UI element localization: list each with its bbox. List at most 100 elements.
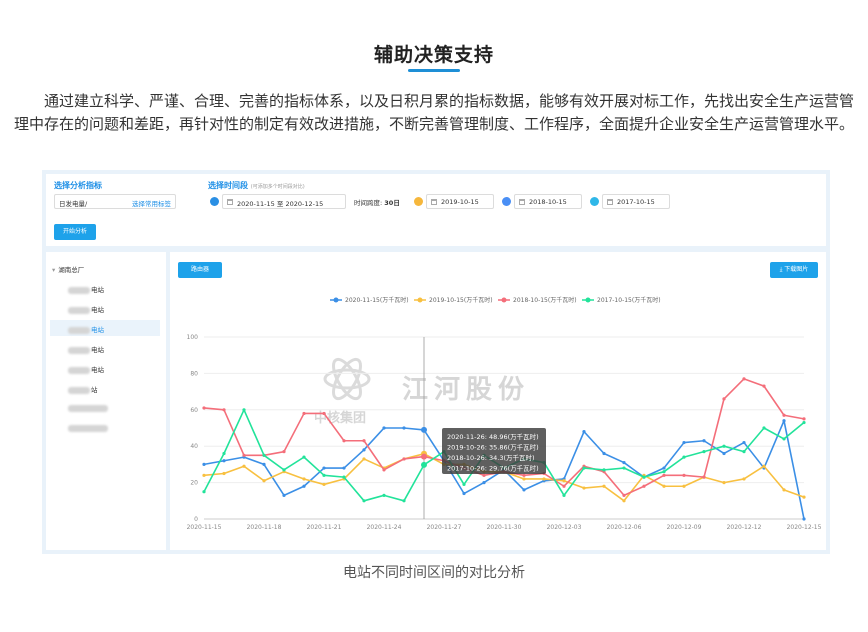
data-point	[421, 426, 427, 433]
date-range-picker[interactable]: 2020-11-15 至 2020-12-15	[222, 194, 346, 209]
data-point	[782, 437, 786, 441]
collapse-icon[interactable]: ▾	[52, 266, 55, 274]
tree-item-label: 电站	[91, 286, 104, 294]
start-analysis-button[interactable]: 开始分析	[54, 224, 96, 240]
tree-item[interactable]: 电站	[50, 280, 160, 296]
data-point	[722, 481, 726, 485]
tree-item[interactable]	[50, 400, 160, 416]
data-point	[522, 477, 526, 481]
y-tick-label: 40	[190, 443, 198, 450]
data-point	[702, 475, 706, 479]
data-point	[462, 491, 466, 496]
data-point	[262, 479, 266, 483]
data-point	[662, 473, 666, 477]
data-point	[362, 457, 366, 461]
x-tick-label: 2020-12-15	[787, 524, 822, 531]
tree-root[interactable]: ▾ 湖南总厂	[52, 264, 84, 274]
data-point	[522, 488, 526, 492]
y-tick-label: 20	[190, 480, 198, 487]
data-point	[462, 482, 466, 487]
legend-label: 2019-10-15(万千瓦时)	[429, 296, 493, 304]
x-tick-label: 2020-11-30	[487, 524, 522, 531]
data-point	[642, 475, 646, 479]
data-point	[662, 484, 666, 488]
tree-item[interactable]: 电站	[50, 300, 160, 316]
tree-item-label: 电站	[91, 326, 104, 334]
legend-label: 2017-10-15(万千瓦时)	[597, 296, 661, 304]
data-point	[682, 484, 686, 488]
data-point	[782, 413, 786, 417]
data-point	[742, 477, 746, 481]
tree-item[interactable]: 电站	[50, 340, 160, 356]
data-point	[742, 377, 746, 381]
atom-logo-icon	[323, 368, 371, 390]
legend-label: 2020-11-15(万千瓦时)	[345, 296, 409, 304]
tree-item-label: 电站	[91, 366, 104, 374]
app-screenshot: 选择分析指标 日发电量/ 选择常用标签 选择时间段 (可添加多个时间段对比) 2…	[42, 170, 830, 554]
data-point	[302, 477, 306, 481]
chart-panel: 路由器 ⤓ 下载图片 江河股份 中核集团 0 20 40 60 80 100 2020-11-1…	[170, 252, 826, 550]
data-point	[242, 464, 246, 468]
data-point	[202, 490, 206, 494]
series-dot-4	[590, 197, 599, 206]
common-tags-link[interactable]: 选择常用标签	[132, 198, 171, 208]
data-point	[302, 411, 306, 416]
calendar-icon	[607, 199, 613, 205]
data-point	[722, 444, 726, 448]
period-label: 选择时间段 (可添加多个时间段对比)	[208, 180, 305, 191]
data-point	[202, 462, 206, 466]
compare-date-3[interactable]: 2017-10-15	[602, 194, 670, 209]
data-point	[802, 417, 806, 421]
data-point	[782, 488, 786, 492]
tooltip-line: 2018-10-26: 34.3(万千瓦时)	[447, 453, 535, 462]
tree-item[interactable]: 电站	[50, 360, 160, 376]
tooltip-line: 2020-11-26: 48.96(万千瓦时)	[447, 432, 539, 441]
compare-date-2[interactable]: 2018-10-15	[514, 194, 582, 209]
data-point	[642, 484, 646, 488]
data-point	[762, 384, 766, 388]
data-point	[762, 426, 766, 430]
legend-marker	[417, 297, 423, 303]
comparison-line-chart[interactable]: 江河股份中核集团 0 20 40 60 80 100 2020-11-15 2020-11-18…	[170, 252, 826, 550]
data-point	[602, 468, 606, 472]
data-point	[602, 451, 606, 456]
tree-item-selected[interactable]: 电站	[50, 320, 160, 336]
data-point	[322, 473, 326, 477]
data-point	[682, 473, 686, 477]
x-tick-label: 2020-11-21	[307, 524, 342, 531]
tree-item[interactable]	[50, 420, 160, 436]
data-point	[762, 464, 766, 468]
data-point	[382, 426, 386, 430]
tree-item-label: 电站	[91, 306, 104, 314]
data-point	[602, 484, 606, 488]
y-tick-label: 80	[190, 370, 198, 377]
data-point	[722, 397, 726, 401]
legend-marker	[501, 297, 507, 303]
data-point	[482, 473, 486, 477]
data-point	[322, 482, 326, 487]
data-point	[722, 451, 726, 456]
data-point	[342, 475, 346, 479]
tree-item-label: 站	[91, 386, 98, 394]
x-tick-label: 2020-12-03	[547, 524, 582, 531]
data-point	[782, 419, 786, 423]
legend-marker	[333, 297, 339, 303]
data-point	[662, 470, 666, 474]
compare-date-1[interactable]: 2019-10-15	[426, 194, 494, 209]
data-point	[802, 517, 806, 521]
data-point	[802, 495, 806, 499]
tooltip-line: 2017-10-26: 29.76(万千瓦时)	[447, 464, 539, 473]
compare-date-3-value: 2017-10-15	[617, 198, 655, 206]
data-point	[622, 460, 626, 465]
tree-item[interactable]: 站	[50, 380, 160, 396]
indicator-select[interactable]: 日发电量/ 选择常用标签	[54, 194, 176, 209]
title-underline	[408, 69, 460, 72]
legend-marker	[585, 297, 591, 303]
data-point	[582, 466, 586, 470]
span-value: 30日	[384, 199, 400, 207]
filter-panel: 选择分析指标 日发电量/ 选择常用标签 选择时间段 (可添加多个时间段对比) 2…	[46, 174, 826, 246]
data-point	[802, 420, 806, 425]
data-point	[362, 439, 366, 443]
data-point	[222, 451, 226, 456]
data-point	[222, 471, 226, 476]
